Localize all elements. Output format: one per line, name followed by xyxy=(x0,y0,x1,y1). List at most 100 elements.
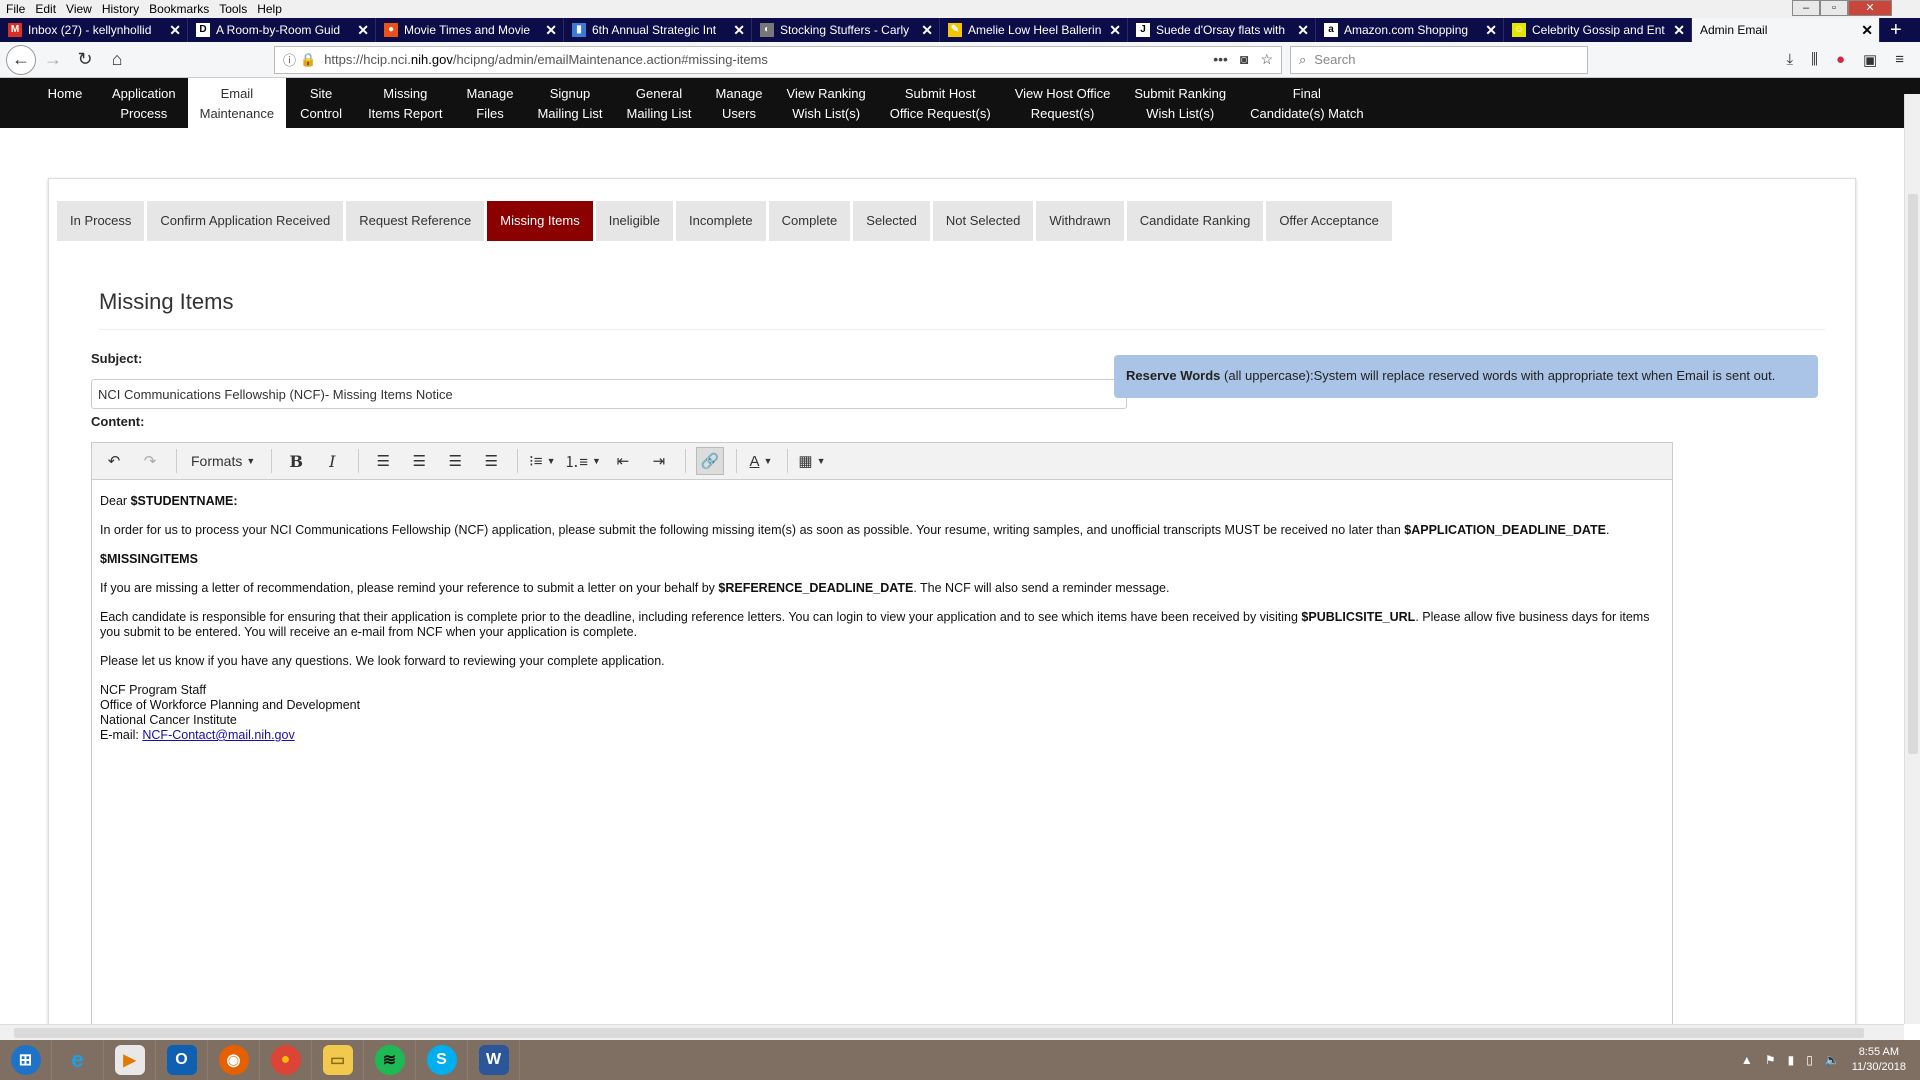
undo-button[interactable]: ↶ xyxy=(100,447,128,475)
show-hidden-icons-icon[interactable]: ▲ xyxy=(1741,1053,1753,1067)
table-button[interactable]: ▦ ▼ xyxy=(798,447,826,475)
sitenav-item[interactable]: Site Control xyxy=(286,78,356,128)
status-tab[interactable]: Request Reference xyxy=(346,201,485,241)
word-icon[interactable]: W xyxy=(468,1040,520,1080)
outdent-button[interactable]: ⇤ xyxy=(609,447,637,475)
pocket-icon[interactable]: ◙ xyxy=(1240,51,1248,68)
new-tab-button[interactable]: + xyxy=(1880,18,1912,42)
file-explorer-icon[interactable]: ▭ xyxy=(312,1040,364,1080)
status-tab[interactable]: Complete xyxy=(768,201,851,241)
media-player-icon[interactable]: ▶ xyxy=(104,1040,156,1080)
browser-tab[interactable]: Admin Email ✕ xyxy=(1692,18,1880,42)
browser-tab[interactable]: ▮ 6th Annual Strategic Int ✕ xyxy=(564,18,752,42)
formats-dropdown[interactable]: Formats ▼ xyxy=(187,447,259,475)
spotify-icon[interactable]: ≋ xyxy=(364,1040,416,1080)
close-tab-icon[interactable]: ✕ xyxy=(1861,22,1873,39)
browser-tab[interactable]: D A Room-by-Room Guid ✕ xyxy=(188,18,376,42)
link-button[interactable]: 🔗 xyxy=(695,447,724,475)
close-tab-icon[interactable]: ✕ xyxy=(1485,22,1497,39)
bold-button[interactable]: B xyxy=(282,447,310,475)
sitenav-item[interactable]: Missing Items Report xyxy=(356,78,454,128)
flag-icon[interactable]: ⚑ xyxy=(1765,1053,1776,1067)
menu-bookmarks[interactable]: Bookmarks xyxy=(149,2,209,16)
pocket-badge-icon[interactable]: ● xyxy=(1836,51,1845,69)
minimize-button[interactable]: – xyxy=(1792,0,1820,16)
status-tab[interactable]: Offer Acceptance xyxy=(1266,201,1392,241)
sitenav-item[interactable]: Manage Files xyxy=(454,78,525,128)
status-tab[interactable]: Confirm Application Received xyxy=(147,201,344,241)
close-tab-icon[interactable]: ✕ xyxy=(169,22,181,39)
info-icon[interactable]: ⓘ xyxy=(283,50,296,69)
status-tab[interactable]: Withdrawn xyxy=(1036,201,1124,241)
status-tab[interactable]: Not Selected xyxy=(932,201,1034,241)
close-tab-icon[interactable]: ✕ xyxy=(921,22,933,39)
sitenav-item[interactable]: Email Maintenance xyxy=(187,78,287,128)
menu-file[interactable]: File xyxy=(6,2,25,16)
align-center-button[interactable]: ☰ xyxy=(405,447,433,475)
justify-button[interactable]: ☰ xyxy=(477,447,505,475)
text-color-button[interactable]: A ▼ xyxy=(747,447,775,475)
home-button[interactable]: ⌂ xyxy=(102,45,132,75)
italic-button[interactable]: I xyxy=(318,447,346,475)
redo-button[interactable]: ↷ xyxy=(136,447,164,475)
horizontal-scrollbar[interactable] xyxy=(0,1024,1904,1040)
back-button[interactable]: ← xyxy=(6,44,36,75)
windows-start-icon[interactable]: ⊞ xyxy=(0,1040,52,1080)
clock[interactable]: 8:55 AM 11/30/2018 xyxy=(1852,1045,1906,1075)
scrollbar-thumb[interactable] xyxy=(14,1028,1864,1038)
close-tab-icon[interactable]: ✕ xyxy=(1673,22,1685,39)
browser-tab[interactable]: J Suede d'Orsay flats with ✕ xyxy=(1128,18,1316,42)
internet-explorer-icon[interactable]: e xyxy=(52,1040,104,1080)
close-tab-icon[interactable]: ✕ xyxy=(357,22,369,39)
browser-tab[interactable]: ◐ Stocking Stuffers - Carly ✕ xyxy=(752,18,940,42)
sitenav-item[interactable]: Home xyxy=(30,78,100,128)
status-tab[interactable]: Candidate Ranking xyxy=(1126,201,1264,241)
network-icon[interactable]: ▮ xyxy=(1788,1053,1795,1067)
sitenav-item[interactable]: View Ranking Wish List(s) xyxy=(775,78,878,128)
browser-tab[interactable]: ☺ Celebrity Gossip and Ent ✕ xyxy=(1504,18,1692,42)
sitenav-item[interactable]: View Host Office Request(s) xyxy=(1003,78,1123,128)
menu-history[interactable]: History xyxy=(102,2,139,16)
menu-tools[interactable]: Tools xyxy=(219,2,247,16)
indent-button[interactable]: ⇥ xyxy=(645,447,673,475)
sitenav-item[interactable]: Submit Host Office Request(s) xyxy=(878,78,1003,128)
status-tab[interactable]: Missing Items xyxy=(487,201,593,241)
close-tab-icon[interactable]: ✕ xyxy=(733,22,745,39)
editor-content[interactable]: Dear $STUDENTNAME: In order for us to pr… xyxy=(92,480,1672,757)
vertical-scrollbar[interactable] xyxy=(1904,94,1920,1024)
browser-tab[interactable]: ● Movie Times and Movie ✕ xyxy=(376,18,564,42)
url-bar[interactable]: ⓘ 🔒 https://hcip.nci. nih.gov/hcipng/admi… xyxy=(274,45,1282,74)
firefox-icon[interactable]: ◉ xyxy=(208,1040,260,1080)
chrome-icon[interactable]: ● xyxy=(260,1040,312,1080)
reload-button[interactable]: ↻ xyxy=(70,45,100,75)
skype-icon[interactable]: S xyxy=(416,1040,468,1080)
volume-icon[interactable]: 🔈 xyxy=(1825,1053,1840,1067)
bullet-list-button[interactable]: ⁝≡ ▼ xyxy=(528,447,556,475)
sitenav-item[interactable]: General Mailing List xyxy=(615,78,704,128)
library-icon[interactable]: ⫼ xyxy=(1811,51,1818,69)
bookmark-star-icon[interactable]: ☆ xyxy=(1260,51,1273,68)
sitenav-item[interactable]: Submit Ranking Wish List(s) xyxy=(1122,78,1238,128)
browser-tab[interactable]: M Inbox (27) - kellynhollid ✕ xyxy=(0,18,188,42)
subject-field[interactable] xyxy=(91,379,1127,409)
forward-button[interactable]: → xyxy=(38,45,68,75)
status-tab[interactable]: Selected xyxy=(853,201,930,241)
sidebar-icon[interactable]: ▣ xyxy=(1863,51,1877,69)
hamburger-menu-icon[interactable]: ≡ xyxy=(1895,51,1904,69)
close-tab-icon[interactable]: ✕ xyxy=(545,22,557,39)
numbered-list-button[interactable]: ⒈≡ ▼ xyxy=(564,447,601,475)
status-tab[interactable]: Incomplete xyxy=(676,201,766,241)
menu-edit[interactable]: Edit xyxy=(35,2,56,16)
outlook-icon[interactable]: O xyxy=(156,1040,208,1080)
align-right-button[interactable]: ☰ xyxy=(441,447,469,475)
contact-email-link[interactable]: NCF-Contact@mail.nih.gov xyxy=(142,728,294,742)
menu-help[interactable]: Help xyxy=(257,2,282,16)
status-tab[interactable]: Ineligible xyxy=(595,201,674,241)
close-window-button[interactable]: ✕ xyxy=(1848,0,1892,16)
sitenav-item[interactable]: Manage Users xyxy=(704,78,775,128)
battery-icon[interactable]: ▯ xyxy=(1806,1053,1813,1067)
scrollbar-thumb[interactable] xyxy=(1908,194,1918,754)
download-icon[interactable]: ⤓ xyxy=(1786,51,1793,69)
menu-view[interactable]: View xyxy=(66,2,92,16)
close-tab-icon[interactable]: ✕ xyxy=(1297,22,1309,39)
